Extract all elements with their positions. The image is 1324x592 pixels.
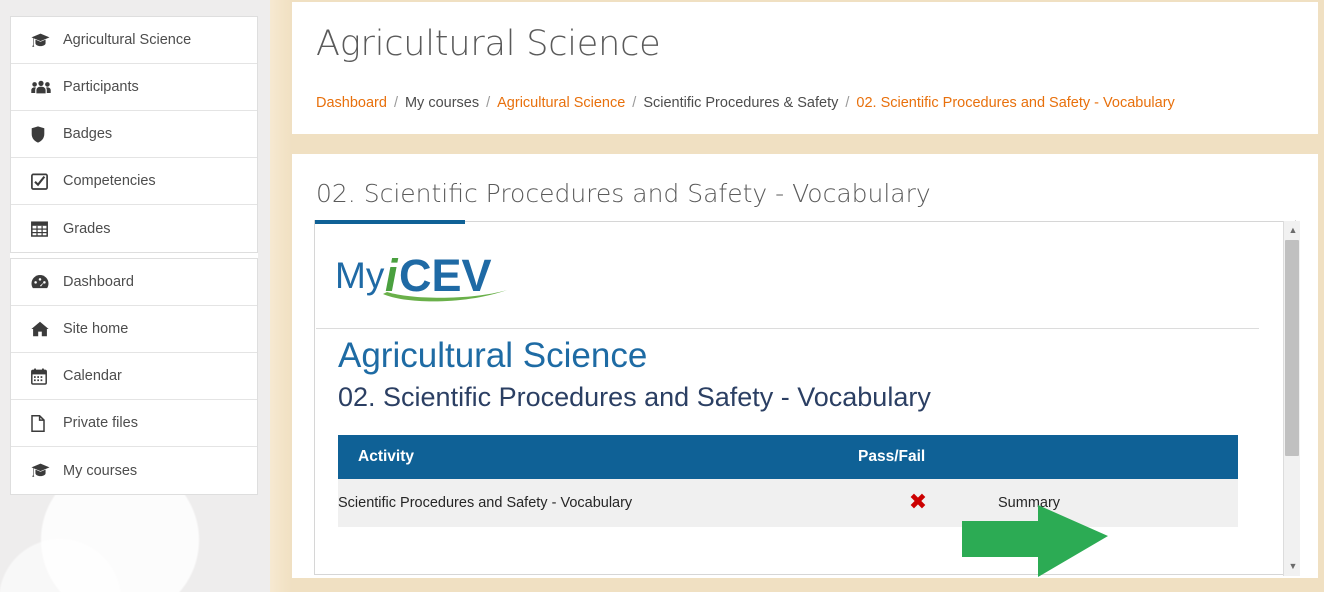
scroll-up-arrow-icon: ▲ [1288,225,1298,235]
myicev-logo-strip: My i CEV [316,224,1259,329]
sidebar-item-label: Site home [63,321,129,337]
breadcrumb-item-my-courses[interactable]: My courses [405,95,479,111]
check-square-icon [31,173,53,190]
sidebar-item-label: Participants [63,79,139,95]
column-header-blank [998,435,1238,479]
users-icon [31,80,53,95]
breadcrumb-separator: / [845,95,850,111]
frame-top-border [465,221,1295,222]
breadcrumb-item-vocabulary[interactable]: 02. Scientific Procedures and Safety - V… [856,95,1174,111]
sidebar-item-agricultural-science[interactable]: Agricultural Science [11,17,257,64]
home-icon [31,321,53,337]
cell-pass-fail: ✖ [838,479,998,527]
activity-card: 02. Scientific Procedures and Safety - V… [292,154,1318,578]
sidebar-item-grades[interactable]: Grades [11,205,257,252]
activity-title: 02. Scientific Procedures and Safety - V… [316,179,931,208]
sidebar-item-label: Calendar [63,368,122,384]
course-header-card: Agricultural Science Dashboard / My cour… [292,2,1318,134]
table-row: Scientific Procedures and Safety - Vocab… [338,479,1238,527]
sidebar-item-label: Agricultural Science [63,32,192,48]
cell-activity-name: Scientific Procedures and Safety - Vocab… [338,479,838,527]
breadcrumb: Dashboard / My courses / Agricultural Sc… [316,95,1175,111]
column-header-pass-fail: Pass/Fail [838,435,998,479]
sidebar-item-site-home[interactable]: Site home [11,306,257,353]
sidebar-item-calendar[interactable]: Calendar [11,353,257,400]
sidebar-item-competencies[interactable]: Competencies [11,158,257,205]
file-icon [31,414,53,432]
graduation-cap-icon [31,33,53,48]
course-navigation-sidebar: Agricultural Science Participants Badges… [10,16,258,495]
fail-x-icon: ✖ [908,490,928,515]
breadcrumb-separator: / [393,95,398,111]
breadcrumb-separator: / [632,95,637,111]
breadcrumb-separator: / [486,95,491,111]
sidebar-item-participants[interactable]: Participants [11,64,257,111]
logo-my-text: My [335,255,385,296]
nav-group-course: Agricultural Science Participants Badges… [10,16,258,253]
logo-cev-text: CEV [399,250,492,301]
breadcrumb-item-scientific-procedures-safety[interactable]: Scientific Procedures & Safety [643,95,838,111]
embedded-activity-frame: My i CEV Agricultural Science 02. Scient… [314,220,1296,575]
column-header-activity: Activity [338,435,838,479]
vertical-scrollbar[interactable]: ▲ ▼ [1283,221,1300,576]
sidebar-item-private-files[interactable]: Private files [11,400,257,447]
sidebar-item-label: Grades [63,220,111,237]
sidebar-item-label: Dashboard [63,274,134,290]
page-title: Agricultural Science [316,24,661,64]
sidebar-item-label: Badges [63,126,113,142]
cell-summary[interactable]: Summary [998,479,1238,527]
shield-icon [31,125,53,143]
graduation-cap-icon [31,463,53,478]
myicev-logo: My i CEV [335,248,535,308]
table-icon [31,220,53,237]
calendar-icon [31,367,53,385]
scrollbar-down-button[interactable]: ▼ [1285,558,1301,575]
breadcrumb-item-agricultural-science[interactable]: Agricultural Science [497,95,625,111]
sidebar-item-label: My courses [63,462,138,479]
table-header-row: Activity Pass/Fail [338,435,1238,479]
sidebar-item-badges[interactable]: Badges [11,111,257,158]
sidebar-item-dashboard[interactable]: Dashboard [11,259,257,306]
breadcrumb-item-dashboard[interactable]: Dashboard [316,95,387,111]
embedded-activity-subheading: 02. Scientific Procedures and Safety - V… [338,382,931,412]
sidebar-item-label: Competencies [63,173,156,189]
frame-accent-bar [315,220,465,224]
scrollbar-up-button[interactable]: ▲ [1285,222,1301,239]
summary-link[interactable]: Summary [998,495,1060,511]
tachometer-icon [31,274,53,290]
scrollbar-thumb[interactable] [1285,240,1299,456]
embedded-course-heading: Agricultural Science [338,336,648,375]
activity-results-table: Activity Pass/Fail Scientific Procedures… [338,435,1238,527]
nav-group-site: Dashboard Site home Calendar Private fil… [10,258,258,495]
scroll-down-arrow-icon: ▼ [1288,561,1298,571]
sidebar-item-my-courses[interactable]: My courses [11,447,257,494]
sidebar-item-label: Private files [63,415,138,431]
